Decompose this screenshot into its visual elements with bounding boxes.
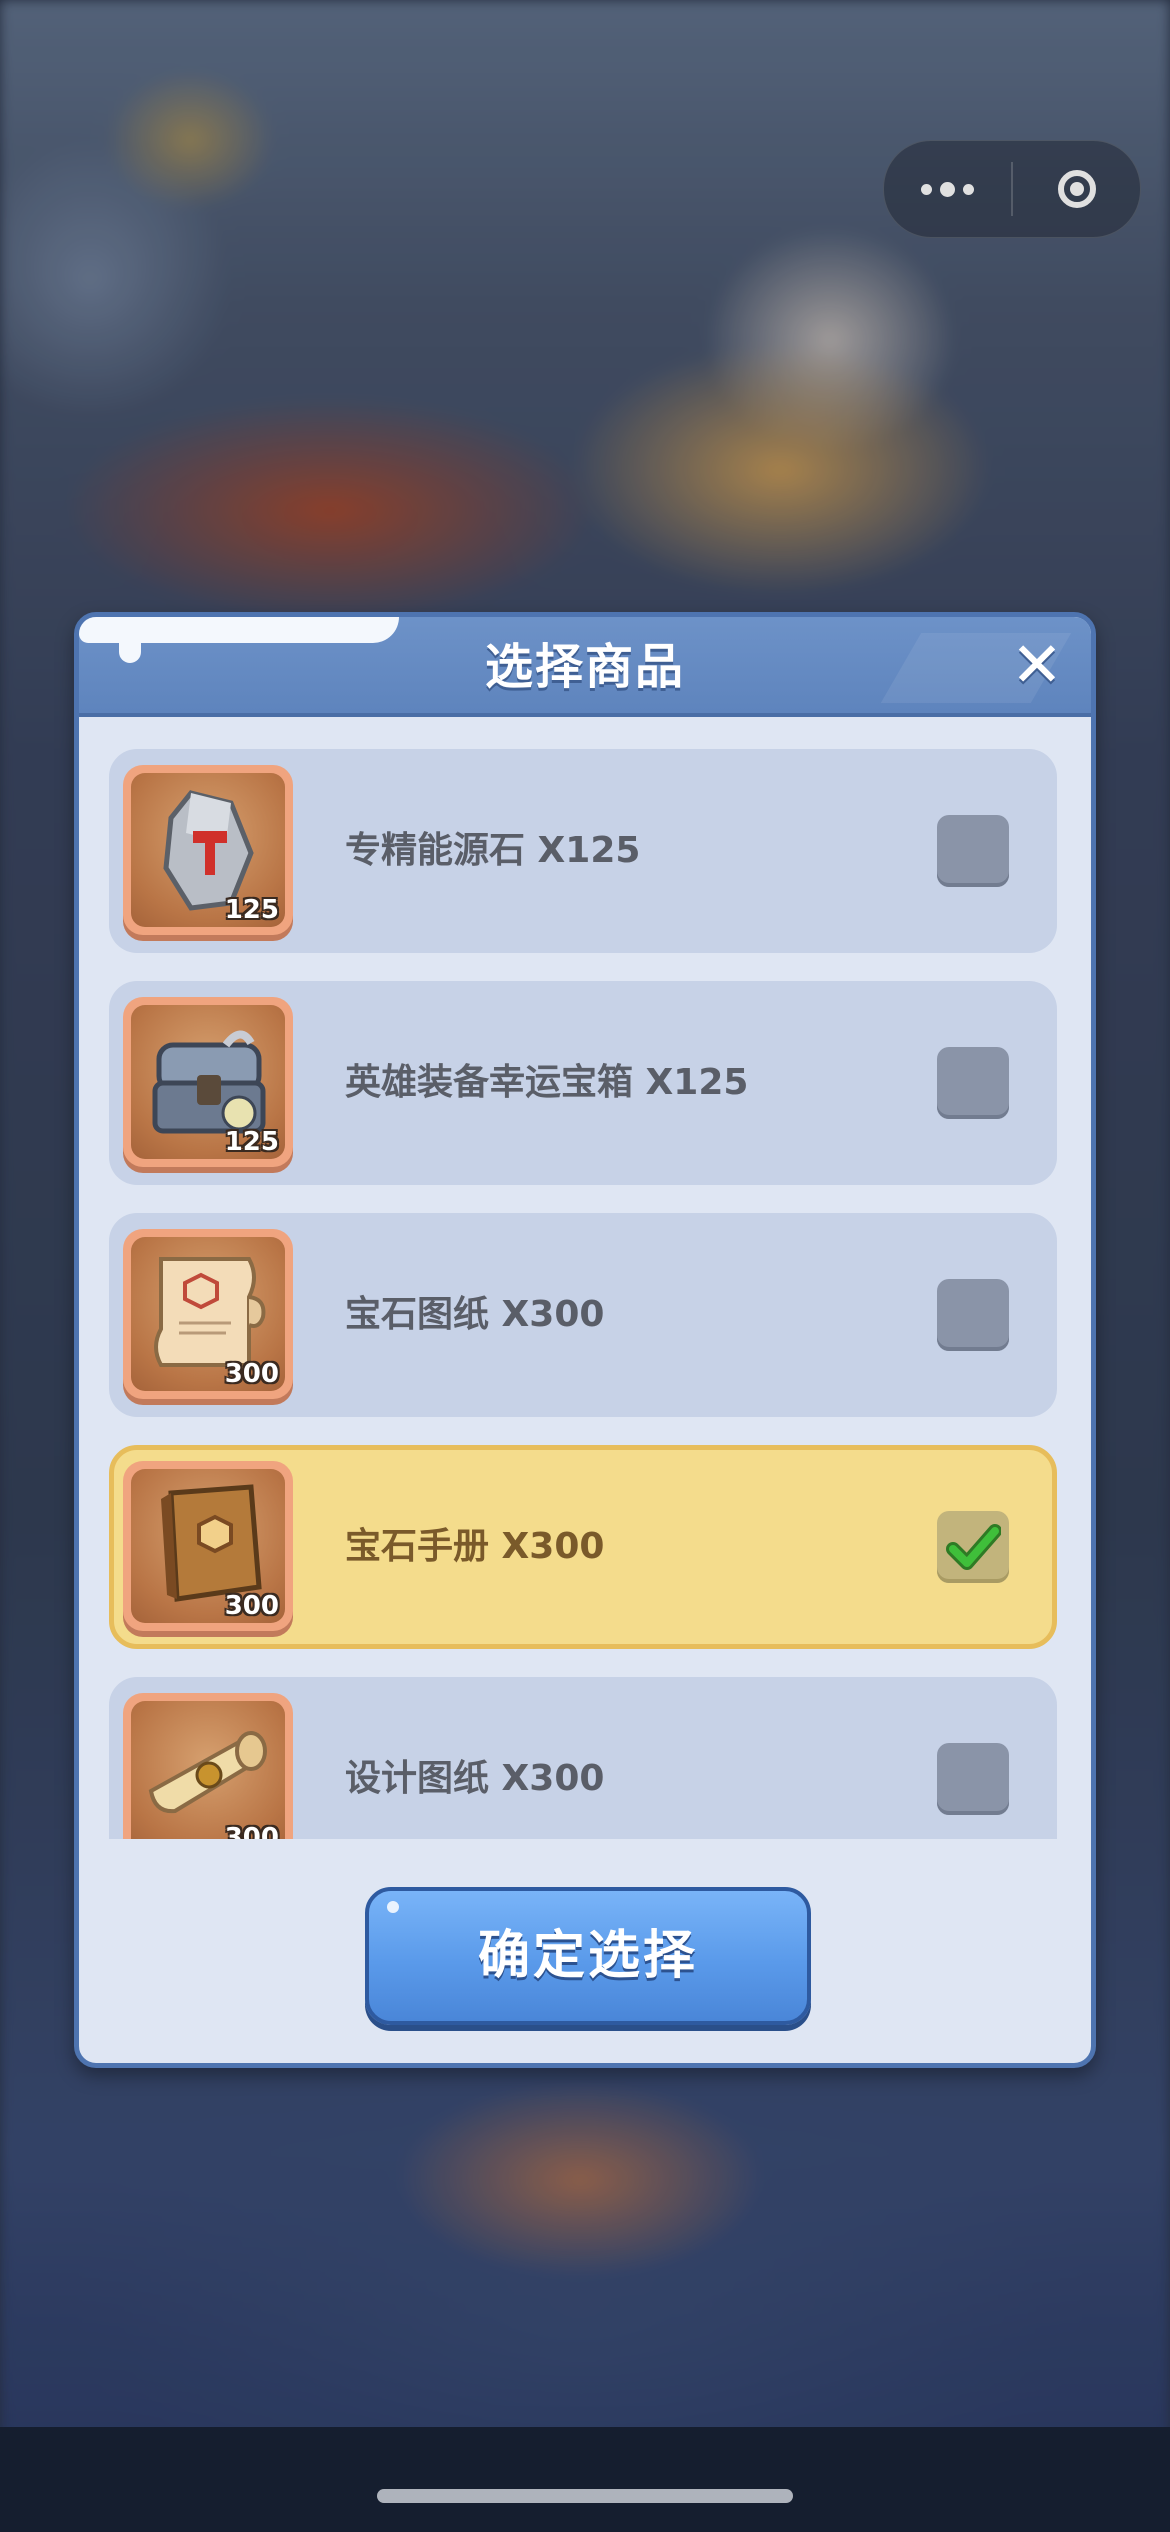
list-item-lucky-chest[interactable]: 125 英雄装备幸运宝箱 X125 [109,981,1057,1185]
dialog-header: 选择商品 ✕ [79,617,1091,717]
item-icon-frame: 125 [123,997,293,1167]
list-item-gem-scroll[interactable]: 300 宝石图纸 X300 [109,1213,1057,1417]
confirm-button-label: 确定选择 [477,1926,698,1986]
close-icon[interactable]: ✕ [1005,633,1069,697]
item-qty-badge: 125 [224,1127,279,1157]
confirm-selection-button[interactable]: 确定选择 [365,1887,811,2025]
select-item-dialog: 选择商品 ✕ 125 专精能源石 X125 125 英雄装备幸运宝箱 X125 … [74,612,1096,2068]
item-qty-badge: 300 [224,1591,279,1621]
item-name: 宝石手册 X300 [345,1526,605,1567]
item-checkbox[interactable] [937,1743,1009,1815]
list-item-gem-manual[interactable]: 300 宝石手册 X300 [109,1445,1057,1649]
item-checkbox[interactable] [937,1047,1009,1119]
item-list[interactable]: 125 专精能源石 X125 125 英雄装备幸运宝箱 X125 300 宝石图… [109,749,1057,1839]
item-checkbox[interactable] [937,815,1009,887]
list-item-mastery-stone[interactable]: 125 专精能源石 X125 [109,749,1057,953]
item-name: 英雄装备幸运宝箱 X125 [345,1062,749,1103]
check-icon [946,1524,1001,1570]
item-icon-frame: 300 [123,1693,293,1839]
item-checkbox[interactable] [937,1279,1009,1351]
item-checkbox-checked[interactable] [937,1511,1009,1583]
item-name: 设计图纸 X300 [345,1758,605,1799]
item-name: 宝石图纸 X300 [345,1294,605,1335]
list-item-design-scroll[interactable]: 300 设计图纸 X300 [109,1677,1057,1839]
item-qty-badge: 125 [224,895,279,925]
dialog-title: 选择商品 [484,639,685,695]
item-name: 专精能源石 X125 [345,830,641,871]
item-icon-frame: 300 [123,1229,293,1399]
item-icon-frame: 300 [123,1461,293,1631]
item-qty-badge: 300 [224,1823,279,1839]
design-scroll-icon [131,1701,285,1839]
item-icon-frame: 125 [123,765,293,935]
item-qty-badge: 300 [224,1359,279,1389]
screen: 选择商品 ✕ 125 专精能源石 X125 125 英雄装备幸运宝箱 X125 … [0,0,1170,2532]
